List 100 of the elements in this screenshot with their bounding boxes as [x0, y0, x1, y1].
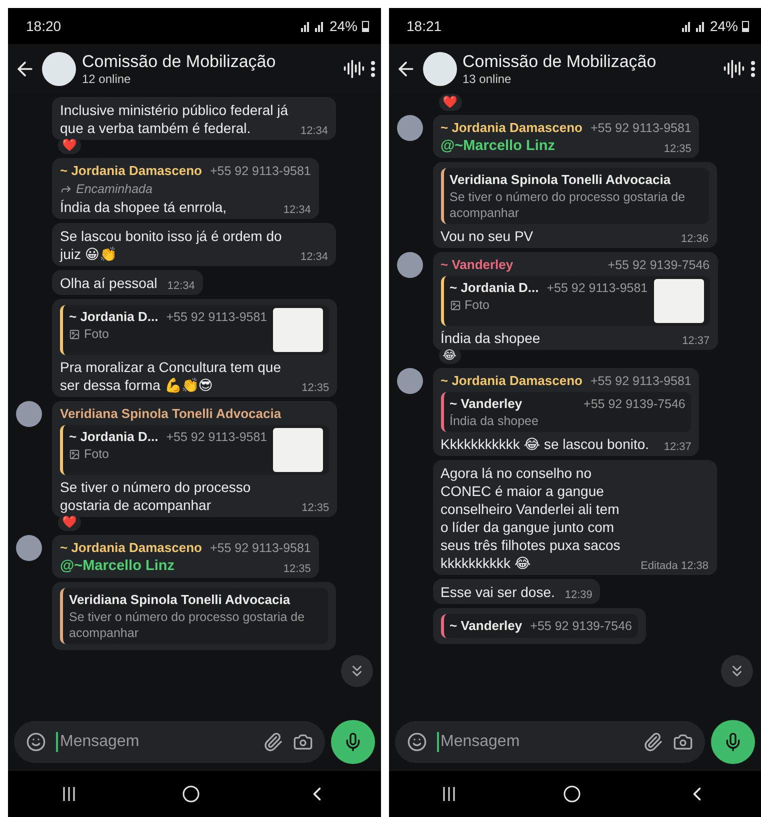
message-time: 12:37 [682, 334, 710, 348]
home-button[interactable] [562, 785, 581, 803]
sound-wave-icon [342, 58, 364, 80]
menu-button[interactable] [751, 61, 755, 77]
message-text: Olha aí pessoal [60, 274, 158, 292]
message-text: Índia da shopee tá enrrola, [60, 198, 227, 216]
battery-icon [742, 20, 749, 32]
quoted-sender: ~ Jordania D... [450, 279, 539, 297]
sender-name: ~ Jordania Damasceno [60, 162, 202, 180]
camera-icon[interactable] [292, 732, 312, 752]
signal-icon [301, 20, 326, 32]
quoted-text: Índia da shopee [450, 413, 540, 429]
phone-number: +55 92 9113-9581 [210, 163, 311, 180]
quoted-text: Se tiver o número do processo gostaria de acompanhar [69, 609, 306, 641]
reaction-emoji: 😂 [438, 347, 461, 364]
recent-apps-button[interactable] [60, 786, 77, 802]
reaction-emoji: ❤ [58, 514, 81, 531]
sound-wave-icon [723, 58, 745, 80]
quoted-message[interactable]: ~ Jordania D... +55 92 9113-9581 Foto [440, 276, 710, 326]
phone-number: +55 92 9113-9581 [590, 120, 692, 137]
quoted-sender: Veridiana Spinola Tonelli Advocacia [450, 171, 671, 189]
sender-name: ~ Vanderley [440, 256, 514, 274]
battery-icon [362, 20, 368, 32]
sticker-icon[interactable] [26, 732, 46, 752]
message-time: 12:35 [283, 562, 311, 576]
voice-chat-button[interactable] [723, 58, 745, 80]
more-icon [751, 61, 755, 77]
media-label: Foto [84, 446, 110, 462]
microphone-button[interactable] [711, 720, 755, 764]
status-time: 18:20 [26, 18, 62, 34]
message-text: Vou no seu PV [440, 227, 534, 245]
home-circle-icon [562, 785, 581, 803]
message-text: Kkkkkkkkkkk 😂 se lascou bonito. [440, 435, 650, 453]
battery-level: 24% [329, 18, 358, 34]
image-icon [69, 448, 80, 460]
attach-icon[interactable] [262, 732, 282, 752]
battery-level: 24% [710, 18, 738, 34]
quoted-sender: Veridiana Spinola Tonelli Advocacia [69, 591, 290, 609]
group-title: Comissão de Mobilização [462, 52, 658, 72]
message-time: 12:34 [300, 124, 328, 138]
message-text: Inclusive ministério público federal já que a verba também é federal. [60, 101, 289, 137]
quoted-message[interactable]: ~ Vanderley +55 92 9139-7546 [440, 614, 638, 638]
message-field[interactable]: Mensagem [56, 732, 252, 752]
signal-icon [682, 20, 706, 32]
message-time: Editada 12:38 [640, 559, 708, 573]
message-bar[interactable]: Mensagem [14, 721, 324, 763]
message-text: Índia da shopee [440, 329, 540, 347]
message-time: 12:37 [664, 440, 692, 454]
attach-icon[interactable] [643, 732, 663, 752]
home-button[interactable] [182, 785, 200, 803]
quoted-text: Se tiver o número do processo gostaria de acompanhar [450, 189, 686, 221]
message-time: 12:34 [300, 250, 328, 264]
message-text: Agora lá no conselho no CONEC é maior a gangue conselheiro Vanderlei ali tem o líder da gangue junto com seus três filhotes puxa sacos kkkkkkkkkk 😂 [440, 464, 622, 572]
quoted-message[interactable]: ~ Vanderley +55 92 9139-7546 Índia da shopee [440, 392, 692, 432]
phone-number: +55 92 9139-7546 [584, 396, 686, 413]
quoted-message[interactable]: Veridiana Spinola Tonelli Advocacia Se tiver o número do processo gostaria de acompanhar [60, 588, 328, 644]
quoted-sender: ~ Vanderley [450, 395, 522, 413]
online-count: 12 online [82, 72, 132, 86]
camera-icon[interactable] [673, 732, 693, 752]
group-title: Comissão de Mobilização [82, 52, 277, 72]
media-label: Foto [464, 297, 490, 313]
phone-number: +55 92 9113-9581 [590, 373, 692, 390]
group-avatar [422, 52, 456, 86]
sticker-icon[interactable] [406, 732, 426, 752]
sender-name: ~ Jordania Damasceno [60, 539, 202, 557]
scroll-down-button[interactable] [340, 655, 372, 687]
sender-name: ~ Jordania Damasceno [440, 119, 582, 137]
message-bar[interactable]: Mensagem [394, 721, 705, 763]
message-field[interactable]: Mensagem [436, 732, 633, 752]
mention-link[interactable]: @~Marcello Linz [60, 557, 174, 575]
phone-number: +55 92 9113-9581 [166, 309, 268, 326]
more-icon [370, 61, 374, 77]
quoted-message[interactable]: ~ Jordania D... +55 92 9113-9581 Foto [60, 305, 330, 355]
voice-chat-button[interactable] [342, 58, 364, 80]
media-label: Foto [84, 326, 110, 342]
forwarded-label: Encaminhada [76, 181, 152, 198]
phone-number: +55 92 9139-7546 [530, 618, 632, 635]
forward-icon [60, 183, 72, 195]
scroll-down-button[interactable] [721, 655, 753, 687]
message-text: Pra moralizar a Concultura tem que ser dessa forma 💪👏😎 [60, 358, 282, 394]
microphone-button[interactable] [330, 720, 374, 764]
message-text: Se tiver o número do processo gostaria de acompanhar [60, 478, 252, 514]
mention-link[interactable]: @~Marcello Linz [440, 137, 555, 155]
recent-apps-button[interactable] [441, 786, 458, 802]
quoted-message[interactable]: Veridiana Spinola Tonelli Advocacia Se tiver o número do processo gostaria de acompanhar [440, 168, 708, 224]
message-time: 12:35 [302, 381, 330, 395]
reaction-emoji: ❤ [438, 94, 462, 111]
message-text: Se lascou bonito isso já é ordem do juiz 😀👏 [60, 227, 283, 263]
phone-number: +55 92 9113-9581 [166, 429, 268, 446]
quoted-sender: ~ Jordania D... [69, 308, 158, 326]
menu-button[interactable] [370, 61, 374, 77]
quoted-message[interactable]: ~ Jordania D... +55 92 9113-9581 Foto [60, 425, 330, 475]
phone-number: +55 92 9139-7546 [608, 257, 710, 274]
message-time: 12:35 [664, 142, 692, 156]
message-time: 12:35 [302, 501, 330, 515]
message-time: 12:36 [680, 232, 708, 246]
message-time: 12:34 [283, 203, 311, 217]
phone-number: +55 92 9113-9581 [210, 540, 311, 557]
reaction-emoji: ❤ [58, 137, 81, 154]
status-time: 18:21 [406, 18, 442, 34]
